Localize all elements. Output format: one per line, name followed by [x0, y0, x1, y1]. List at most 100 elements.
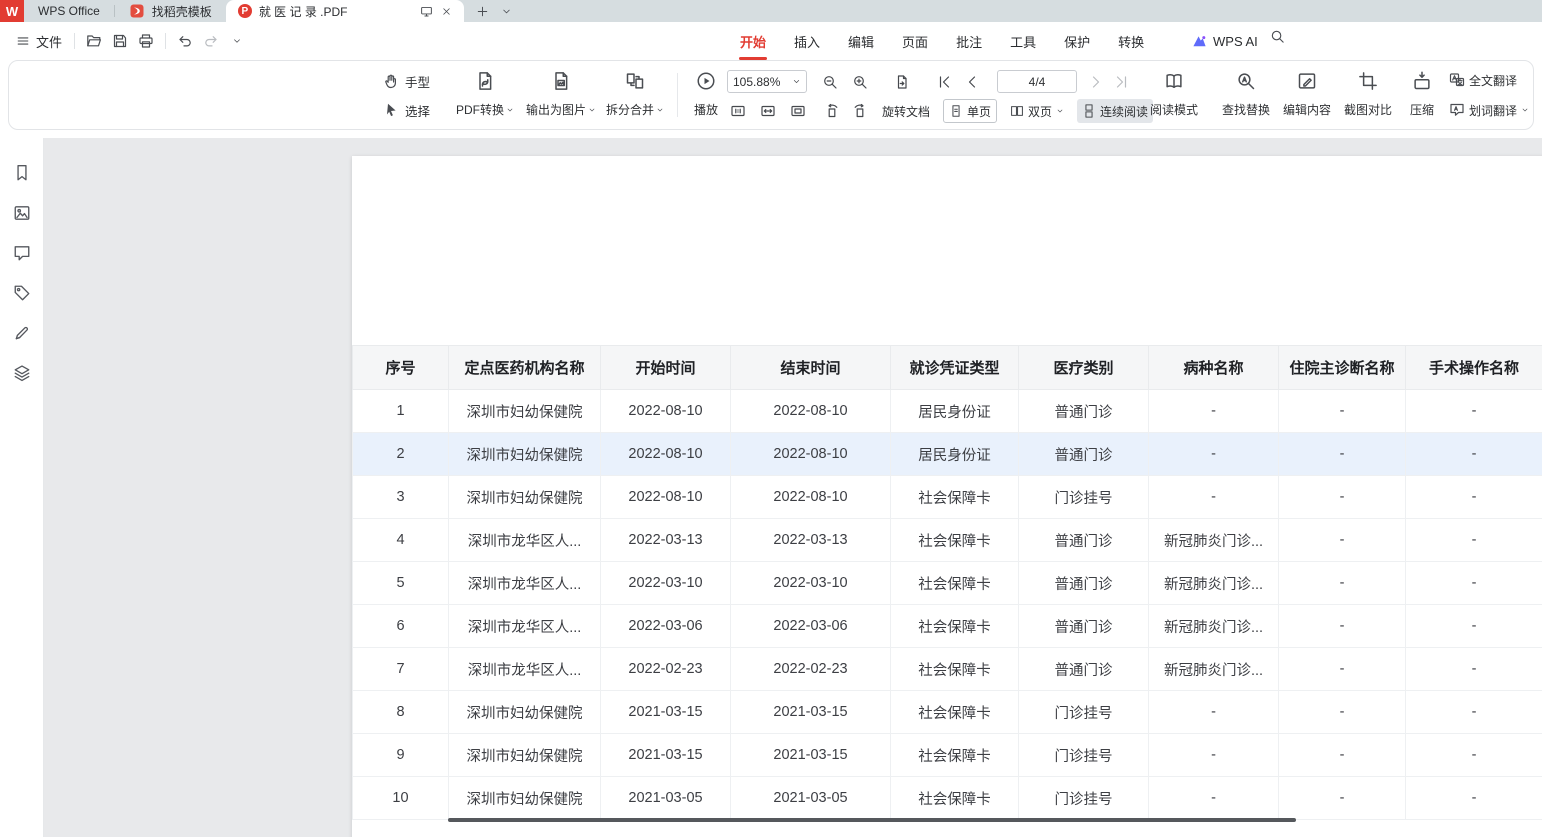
tab-document[interactable]: P 就 医 记 录 .PDF: [226, 0, 464, 22]
table-cell: 8: [353, 691, 449, 734]
file-menu-label: 文件: [36, 32, 62, 51]
table-cell: 10: [353, 777, 449, 820]
bookmarks-panel-icon[interactable]: [13, 164, 31, 182]
table-row[interactable]: 4深圳市龙华区人...2022-03-132022-03-13社会保障卡普通门诊…: [353, 519, 1542, 562]
table-cell: 深圳市妇幼保健院: [449, 734, 601, 777]
tab-list-icon[interactable]: [501, 6, 512, 17]
table-cell: 社会保障卡: [891, 691, 1019, 734]
table-cell: 新冠肺炎门诊...: [1149, 605, 1279, 648]
device-icon[interactable]: [420, 5, 433, 18]
tab-docer-templates[interactable]: 找稻壳模板: [115, 0, 226, 22]
table-row[interactable]: 6深圳市龙华区人...2022-03-062022-03-06社会保障卡普通门诊…: [353, 605, 1542, 648]
menu-tab-工具[interactable]: 工具: [996, 22, 1050, 60]
split-merge-button[interactable]: 拆分合并: [599, 65, 671, 123]
wps-window: W WPS Office 找稻壳模板 P 就 医 记 录 .PDF 文件: [0, 0, 1542, 837]
read-mode-button[interactable]: 阅读模式: [1143, 65, 1205, 123]
menu-tab-插入[interactable]: 插入: [780, 22, 834, 60]
page-jump-icon[interactable]: [891, 71, 913, 93]
tab-wps-office-label: WPS Office: [38, 4, 100, 18]
menu-tab-转换[interactable]: 转换: [1104, 22, 1158, 60]
wps-logo[interactable]: W: [0, 0, 24, 22]
ribbon-toolbar: 手型 选择 PDF转换 输出为图片 拆分合并: [0, 60, 1542, 138]
undo-history-icon[interactable]: [224, 28, 250, 54]
file-menu-button[interactable]: 文件: [10, 32, 68, 51]
table-cell: 2021-03-15: [601, 691, 731, 734]
rotate-left-button[interactable]: [821, 100, 843, 122]
pdf-convert-button[interactable]: PDF转换: [447, 65, 523, 123]
chevron-down-icon: [656, 106, 664, 114]
double-page-button[interactable]: 双页: [1005, 99, 1069, 123]
wps-logo-letter: W: [6, 4, 18, 19]
new-tab-icon[interactable]: [476, 5, 489, 18]
last-page-button[interactable]: [1111, 71, 1133, 93]
previous-page-button[interactable]: [961, 71, 983, 93]
tab-wps-office[interactable]: WPS Office: [24, 0, 114, 22]
menu-tab-编辑[interactable]: 编辑: [834, 22, 888, 60]
rotate-doc-button[interactable]: 旋转文档: [877, 99, 935, 123]
chevron-down-icon: [506, 106, 514, 114]
table-row[interactable]: 5深圳市龙华区人...2022-03-102022-03-10社会保障卡普通门诊…: [353, 562, 1542, 605]
table-row[interactable]: 8深圳市妇幼保健院2021-03-152021-03-15社会保障卡门诊挂号--…: [353, 691, 1542, 734]
document-canvas[interactable]: 序号定点医药机构名称开始时间结束时间就诊凭证类型医疗类别病种名称住院主诊断名称手…: [44, 138, 1542, 837]
undo-icon[interactable]: [172, 28, 198, 54]
table-horizontal-scrollbar[interactable]: [448, 818, 1296, 822]
export-image-button[interactable]: 输出为图片: [523, 65, 599, 123]
comments-panel-icon[interactable]: [13, 244, 31, 262]
window-tab-bar: W WPS Office 找稻壳模板 P 就 医 记 录 .PDF: [0, 0, 1542, 22]
next-page-button[interactable]: [1085, 71, 1107, 93]
edit-content-button[interactable]: 编辑内容: [1276, 65, 1338, 123]
wps-ai-button[interactable]: WPS AI: [1192, 22, 1258, 60]
find-replace-button[interactable]: 查找替换: [1215, 65, 1277, 123]
view-controls-bottom-row: 旋转文档 单页 双页 连续阅读: [727, 99, 1153, 123]
table-cell: 居民身份证: [891, 390, 1019, 433]
select-tool-button[interactable]: 选择: [383, 99, 430, 121]
menu-tab-开始[interactable]: 开始: [726, 22, 780, 60]
zoom-combobox[interactable]: 105.88%: [727, 70, 807, 93]
table-cell: 2022-02-23: [601, 648, 731, 691]
column-header: 住院主诊断名称: [1279, 346, 1406, 390]
menu-tab-页面[interactable]: 页面: [888, 22, 942, 60]
table-row[interactable]: 10深圳市妇幼保健院2021-03-052021-03-05社会保障卡门诊挂号-…: [353, 777, 1542, 820]
layers-panel-icon[interactable]: [13, 364, 31, 382]
book-icon: [1164, 71, 1184, 91]
zoom-in-button[interactable]: [849, 71, 871, 93]
menu-search-icon[interactable]: [1270, 29, 1285, 44]
compress-button[interactable]: 压缩: [1401, 65, 1443, 123]
close-tab-icon[interactable]: [441, 5, 452, 18]
menu-tab-保护[interactable]: 保护: [1050, 22, 1104, 60]
redo-icon[interactable]: [198, 28, 224, 54]
screenshot-compare-button[interactable]: 截图对比: [1337, 65, 1399, 123]
single-page-button[interactable]: 单页: [943, 99, 997, 123]
continuous-reading-button[interactable]: 连续阅读: [1077, 99, 1153, 123]
actual-size-button[interactable]: [727, 100, 749, 122]
table-row[interactable]: 3深圳市妇幼保健院2022-08-102022-08-10社会保障卡门诊挂号--…: [353, 476, 1542, 519]
rotate-right-button[interactable]: [849, 100, 871, 122]
fit-page-button[interactable]: [787, 100, 809, 122]
hand-tool-button[interactable]: 手型: [383, 70, 430, 92]
save-icon[interactable]: [107, 28, 133, 54]
play-button[interactable]: 播放: [685, 65, 727, 123]
full-translate-button[interactable]: 全文翻译: [1449, 68, 1541, 92]
table-row[interactable]: 2深圳市妇幼保健院2022-08-102022-08-10居民身份证普通门诊--…: [353, 433, 1542, 476]
table-row[interactable]: 7深圳市龙华区人...2022-02-232022-02-23社会保障卡普通门诊…: [353, 648, 1542, 691]
zoom-out-button[interactable]: [819, 71, 841, 93]
word-translate-button[interactable]: 划词翻译: [1449, 98, 1541, 122]
print-icon[interactable]: [133, 28, 159, 54]
annotation-panel-icon[interactable]: [13, 324, 31, 342]
table-cell: -: [1406, 519, 1542, 562]
table-row[interactable]: 1深圳市妇幼保健院2022-08-102022-08-10居民身份证普通门诊--…: [353, 390, 1542, 433]
fit-width-button[interactable]: [757, 100, 779, 122]
first-page-button[interactable]: [933, 71, 955, 93]
table-cell: 居民身份证: [891, 433, 1019, 476]
page-number-input[interactable]: 4/4: [997, 70, 1077, 93]
open-file-icon[interactable]: [81, 28, 107, 54]
table-cell: 6: [353, 605, 449, 648]
thumbnails-panel-icon[interactable]: [13, 204, 31, 222]
column-header: 医疗类别: [1019, 346, 1149, 390]
table-row[interactable]: 9深圳市妇幼保健院2021-03-152021-03-15社会保障卡门诊挂号--…: [353, 734, 1542, 777]
table-cell: -: [1149, 433, 1279, 476]
double-page-icon: [1010, 104, 1024, 118]
attachments-panel-icon[interactable]: [13, 284, 31, 302]
menu-tab-批注[interactable]: 批注: [942, 22, 996, 60]
column-header: 就诊凭证类型: [891, 346, 1019, 390]
